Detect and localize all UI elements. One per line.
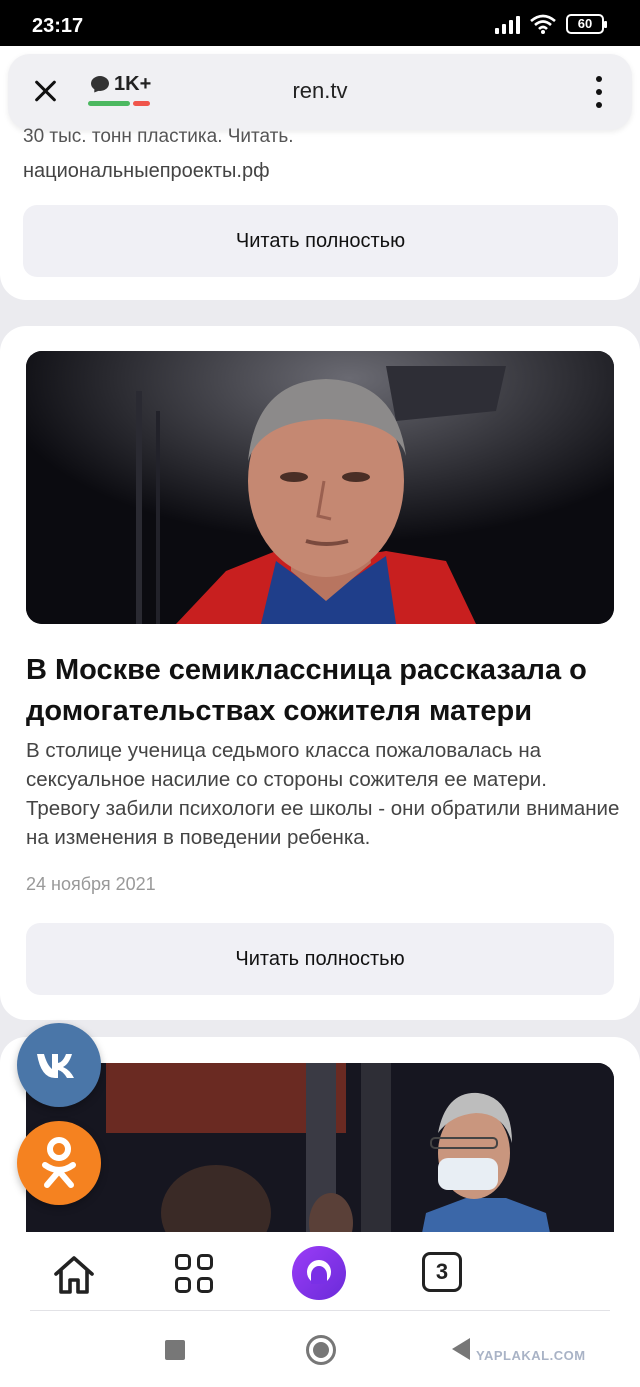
card-source[interactable]: национальныепроекты.рф <box>23 160 270 183</box>
card-text-cut: 30 тыс. тонн пластика. Читать. <box>23 126 294 147</box>
recent-apps-icon[interactable] <box>165 1340 185 1360</box>
alice-icon[interactable] <box>292 1246 346 1300</box>
services-grid-icon[interactable] <box>169 1246 225 1302</box>
status-time: 23:17 <box>32 15 84 37</box>
read-more-button[interactable]: Читать полностью <box>26 923 614 995</box>
read-more-button[interactable]: Читать полностью <box>23 205 618 277</box>
comments-button[interactable]: 1K+ <box>88 72 158 112</box>
article-lead: В столице ученица седьмого класса пожало… <box>26 739 620 849</box>
watermark: YAPLAKAL.COM <box>476 1348 586 1363</box>
battery-indicator: 60 <box>566 14 607 34</box>
ok-share-button[interactable] <box>17 1121 101 1205</box>
signal-icon <box>495 14 520 34</box>
rating-bar <box>88 101 150 106</box>
article-photo[interactable] <box>26 351 614 624</box>
vk-share-button[interactable] <box>17 1023 101 1107</box>
nav-divider <box>30 1310 610 1311</box>
status-icons: 60 <box>495 14 607 34</box>
comments-count: 1K+ <box>114 73 152 95</box>
comment-icon <box>91 76 109 91</box>
article-title[interactable]: В Москве семиклассница рассказала о домо… <box>26 650 626 732</box>
system-nav-bar: YAPLAKAL.COM <box>0 1312 640 1387</box>
wifi-icon <box>530 14 556 34</box>
article-date: 24 ноября 2021 <box>26 874 156 894</box>
odnoklassniki-icon <box>42 1137 76 1188</box>
article-card: В Москве семиклассница рассказала о домо… <box>0 326 640 1020</box>
prev-feed-card: 30 тыс. тонн пластика. Читать. националь… <box>0 126 640 300</box>
browser-top-bar: ren.tv 1K+ <box>8 54 632 130</box>
home-circle-icon[interactable] <box>306 1335 336 1365</box>
tabs-icon[interactable]: 3 <box>422 1252 462 1292</box>
status-bar: 23:17 60 <box>0 0 640 46</box>
browser-bottom-nav: 3 <box>0 1232 640 1312</box>
home-icon[interactable] <box>46 1246 102 1302</box>
vk-icon <box>37 1054 74 1078</box>
close-icon[interactable] <box>30 76 60 106</box>
more-vertical-icon[interactable] <box>594 76 604 108</box>
back-icon[interactable] <box>452 1338 470 1360</box>
